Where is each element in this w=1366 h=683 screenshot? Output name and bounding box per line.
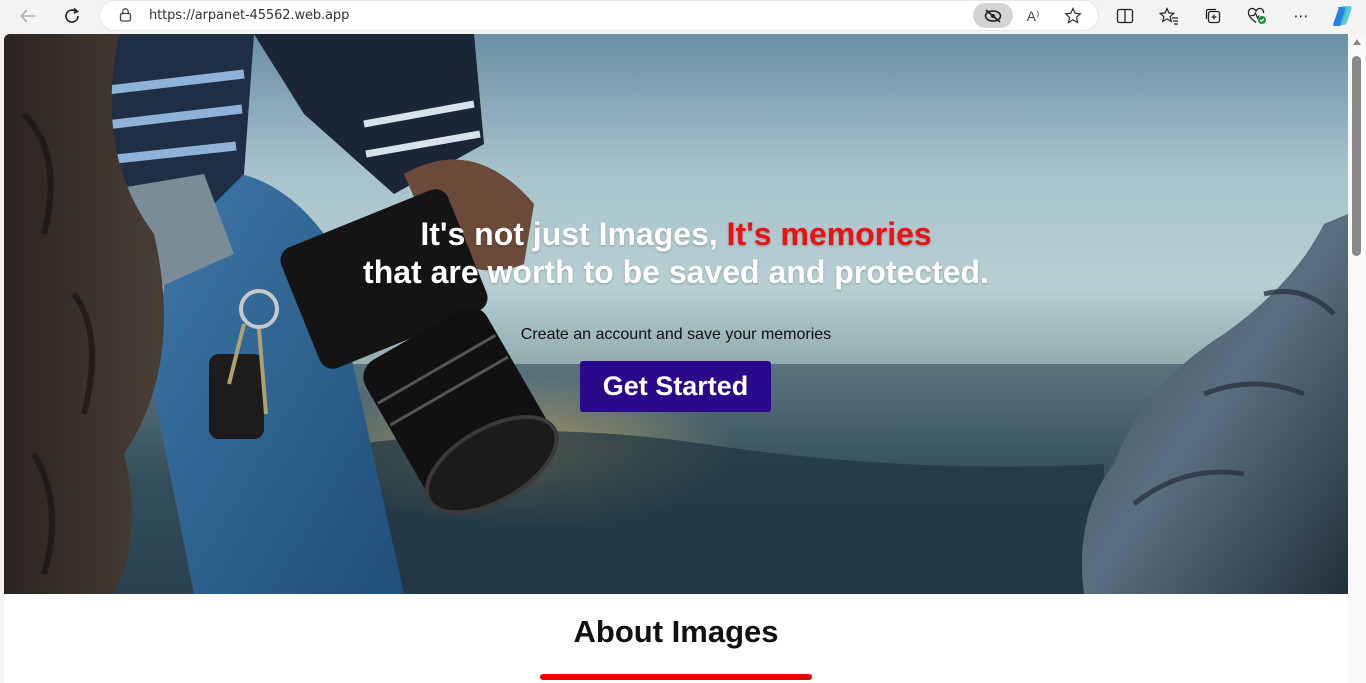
address-bar[interactable]: https://arpanet-45562.web.app A⁾ [100,1,1098,30]
collections-button[interactable] [1200,4,1226,28]
favorite-button[interactable] [1062,5,1084,27]
browser-essentials-icon [1247,7,1266,24]
favorites-icon [1159,7,1178,25]
hero-headline-accent: It's memories [726,216,932,252]
page-viewport: It's not just Images, It's memories that… [4,34,1348,683]
hero-section: It's not just Images, It's memories that… [4,34,1348,594]
page-scrollbar[interactable] [1348,34,1366,683]
split-screen-button[interactable] [1112,4,1138,28]
hero-background-photo [4,34,1348,594]
hero-headline-line2: that are worth to be saved and protected… [363,254,989,290]
back-icon [19,9,35,23]
hero-headline-part1: It's not just Images, [420,216,727,252]
read-aloud-button[interactable]: A⁾ [1022,5,1044,27]
scroll-up-arrow-icon[interactable] [1353,39,1361,45]
back-button[interactable] [14,3,42,29]
hero-subtitle: Create an account and save your memories [520,326,832,343]
get-started-button[interactable]: Get Started [580,361,771,412]
url-text[interactable]: https://arpanet-45562.web.app [149,8,349,23]
lock-icon[interactable] [119,7,132,22]
favorite-star-icon [1064,7,1082,24]
copilot-button[interactable] [1330,4,1356,28]
collections-icon [1205,8,1221,24]
more-icon: ⋯ [1293,7,1309,25]
scroll-thumb[interactable] [1352,56,1361,256]
copilot-icon [1333,6,1352,26]
read-aloud-icon: A⁾ [1026,7,1040,24]
tracking-prevention-icon [984,8,1002,23]
more-button[interactable]: ⋯ [1288,4,1314,28]
reload-icon [65,7,79,23]
tracking-prevention-button[interactable] [973,3,1013,28]
about-title-underline [540,674,812,680]
about-section-title: About Images [573,614,779,649]
reload-button[interactable] [58,3,86,29]
browser-toolbar: https://arpanet-45562.web.app A⁾ ⋯ [0,0,1366,33]
hero-headline: It's not just Images, It's memories that… [4,215,1348,291]
browser-essentials-button[interactable] [1244,4,1270,28]
split-screen-icon [1116,8,1134,24]
favorites-button[interactable] [1156,4,1182,28]
